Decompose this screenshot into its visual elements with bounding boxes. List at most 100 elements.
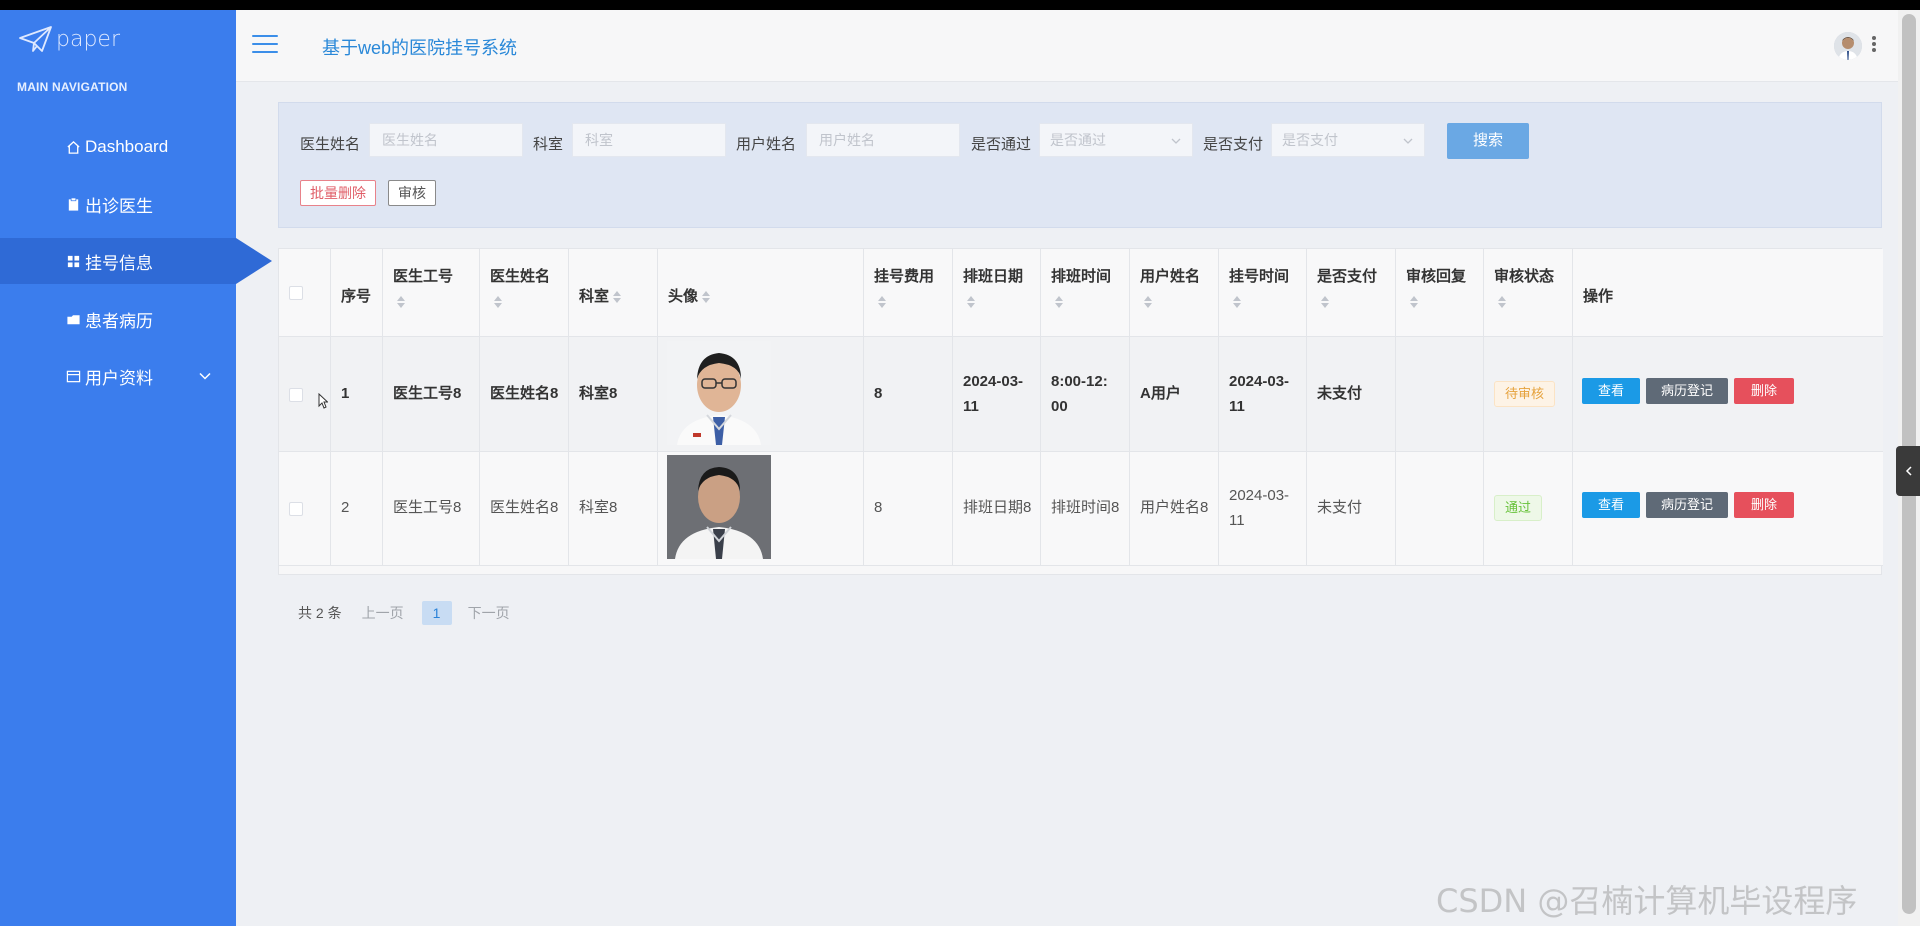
avatar[interactable] [1834, 32, 1862, 60]
column-header: 排班日期 [963, 268, 1024, 285]
col-reply[interactable]: 审核回复 [1396, 249, 1484, 337]
record-button[interactable]: 病历登记 [1646, 492, 1728, 518]
cell-text: 1 [341, 385, 350, 402]
col-paid[interactable]: 是否支付 [1307, 249, 1396, 337]
column-header: 挂号费用 [874, 268, 935, 285]
cell-text: 8 [874, 499, 883, 516]
next-page-button[interactable]: 下一页 [468, 603, 510, 623]
sort-icon[interactable] [1321, 295, 1329, 309]
cell-actions: 查看 病历登记 删除 [1573, 452, 1883, 565]
approved-select-placeholder: 是否通过 [1050, 132, 1106, 148]
col-doctor-name[interactable]: 医生姓名 [480, 249, 569, 337]
chevron-down-icon [1171, 138, 1181, 144]
paid-select-placeholder: 是否支付 [1282, 132, 1338, 148]
menu-toggle-icon[interactable] [252, 35, 278, 55]
audit-button[interactable]: 审核 [388, 180, 436, 206]
doctor-name-input[interactable] [369, 123, 523, 157]
col-dept[interactable]: 科室 [569, 249, 658, 337]
approved-select[interactable]: 是否通过 [1039, 123, 1193, 157]
cell-reg-time: 2024-03- 11 [1219, 452, 1307, 565]
app-frame: paper MAIN NAVIGATION Dashboard 出诊医生 挂号信… [0, 10, 1920, 926]
sort-icon[interactable] [1498, 295, 1506, 309]
record-button[interactable]: 病历登记 [1646, 378, 1728, 404]
sort-icon[interactable] [1144, 295, 1152, 309]
col-schedule-date[interactable]: 排班日期 [953, 249, 1041, 337]
cell-text: 11 [963, 398, 979, 415]
sort-icon[interactable] [494, 295, 502, 309]
column-header: 头像 [668, 288, 699, 305]
cell-text: A用户 [1140, 385, 1181, 402]
more-options-icon[interactable] [1872, 36, 1878, 56]
select-all-checkbox[interactable] [289, 286, 303, 300]
sidebar-item-registrations[interactable]: 挂号信息 [0, 238, 272, 284]
cell-dept: 科室8 [569, 337, 658, 451]
dept-input[interactable] [572, 123, 726, 157]
user-name-input[interactable] [806, 123, 960, 157]
column-header: 科室 [579, 288, 610, 305]
view-button[interactable]: 查看 [1582, 378, 1640, 404]
doctor-photo[interactable] [667, 455, 771, 559]
batch-delete-button[interactable]: 批量删除 [300, 180, 376, 206]
cell-actions: 查看 病历登记 删除 [1573, 337, 1883, 451]
sidebar-item-label: 出诊医生 [85, 196, 153, 216]
sidebar-item-label: 用户资料 [85, 368, 153, 388]
current-page[interactable]: 1 [421, 601, 452, 625]
col-status[interactable]: 审核状态 [1484, 249, 1573, 337]
prev-page-button[interactable]: 上一页 [362, 603, 404, 623]
column-header: 排班时间 [1051, 268, 1112, 285]
total-count: 共 2 条 [298, 605, 342, 621]
delete-button[interactable]: 删除 [1734, 492, 1794, 518]
column-header: 是否支付 [1317, 268, 1378, 285]
cell-text: 用户姓名8 [1140, 499, 1209, 516]
sort-icon[interactable] [967, 295, 975, 309]
pagination: 共 2 条 上一页 1 下一页 [298, 600, 528, 626]
sidebar-item-user-profile[interactable]: 用户资料 [0, 353, 236, 399]
col-reg-time[interactable]: 挂号时间 [1219, 249, 1307, 337]
col-schedule-time[interactable]: 排班时间 [1041, 249, 1130, 337]
row-checkbox[interactable] [289, 388, 303, 402]
side-panel-toggle[interactable] [1896, 446, 1920, 496]
sort-icon[interactable] [702, 290, 711, 304]
cell-text: 2024-03- [1229, 487, 1290, 504]
paid-select[interactable]: 是否支付 [1271, 123, 1425, 157]
cell-text: 医生工号8 [393, 499, 462, 516]
search-panel: 医生姓名 科室 用户姓名 是否通过 是否通过 是否支付 是否支付 搜索 批量删除… [278, 102, 1882, 228]
sort-icon[interactable] [878, 295, 886, 309]
sidebar-item-dashboard[interactable]: Dashboard [0, 124, 236, 170]
cell-status: 通过 [1484, 452, 1573, 565]
sort-icon[interactable] [1233, 295, 1241, 309]
col-avatar[interactable]: 头像 [658, 249, 864, 337]
search-button[interactable]: 搜索 [1447, 123, 1529, 159]
cell-user-name: 用户姓名8 [1130, 452, 1219, 565]
cell-text: 8 [874, 385, 883, 402]
cell-reply [1396, 337, 1484, 451]
col-doctor-no[interactable]: 医生工号 [383, 249, 480, 337]
folder-icon [64, 310, 82, 328]
table-row: 1 医生工号8 医生姓名8 科室8 8 2024-03- 11 8:00-12:… [279, 337, 1883, 452]
cell-avatar [658, 452, 864, 565]
sidebar-item-records[interactable]: 患者病历 [0, 296, 236, 342]
cell-text: 科室8 [579, 385, 618, 402]
sort-icon[interactable] [1410, 295, 1418, 309]
chevron-down-icon [198, 368, 212, 388]
row-checkbox[interactable] [289, 502, 303, 516]
logo-text: paper [56, 26, 120, 52]
delete-button[interactable]: 删除 [1734, 378, 1794, 404]
sort-icon[interactable] [613, 290, 622, 304]
view-button[interactable]: 查看 [1582, 492, 1640, 518]
column-header-group: 科室 [579, 285, 622, 306]
sort-icon[interactable] [1055, 295, 1063, 309]
logo[interactable]: paper [18, 24, 120, 54]
sort-icon[interactable] [397, 295, 405, 309]
col-user-name[interactable]: 用户姓名 [1130, 249, 1219, 337]
cell-reply [1396, 452, 1484, 565]
card-icon [64, 367, 82, 385]
cell-text: 医生工号8 [393, 385, 462, 402]
sidebar-item-doctors[interactable]: 出诊医生 [0, 181, 236, 227]
cell-schedule-date: 2024-03- 11 [953, 337, 1041, 451]
doctor-photo[interactable] [667, 341, 771, 445]
col-index: 序号 [331, 249, 383, 337]
col-fee[interactable]: 挂号费用 [864, 249, 953, 337]
chevron-down-icon [1403, 138, 1413, 144]
column-header: 医生姓名 [490, 268, 551, 285]
